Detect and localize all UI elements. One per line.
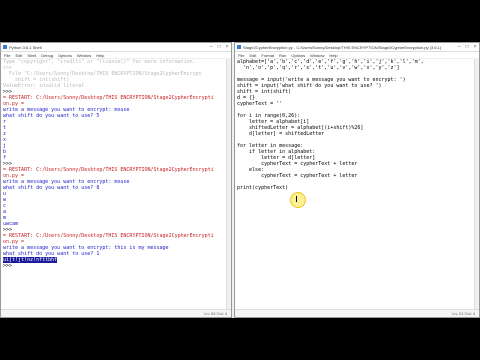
- close-icon[interactable]: ×: [471, 44, 479, 50]
- maximize-icon[interactable]: □: [215, 44, 223, 50]
- close-icon[interactable]: ×: [223, 44, 231, 50]
- shell-menu-help[interactable]: Help: [96, 53, 104, 58]
- editor-titlebar[interactable]: Stage2CypherEncryption.py - C:/Users/Son…: [235, 43, 479, 52]
- shell-menu-options[interactable]: Options: [58, 53, 72, 58]
- shell-status: Ln: 53 Col: 4: [1, 309, 231, 317]
- python-shell-window[interactable]: Python 3.6.1 Shell – □ × File Edit Shell De…: [0, 42, 232, 318]
- minimize-icon[interactable]: –: [455, 44, 463, 50]
- shell-titlebar[interactable]: Python 3.6.1 Shell – □ ×: [1, 43, 231, 52]
- maximize-icon[interactable]: □: [463, 44, 471, 50]
- editor-title: Stage2CypherEncryption.py - C:/Users/Son…: [243, 44, 442, 50]
- shell-menu-shell[interactable]: Shell: [27, 53, 36, 58]
- shell-title: Python 3.6.1 Shell: [9, 44, 42, 50]
- editor-window[interactable]: Stage2CypherEncryption.py - C:/Users/Son…: [234, 42, 480, 318]
- editor-menu-options[interactable]: Options: [291, 53, 305, 58]
- minimize-icon[interactable]: –: [207, 44, 215, 50]
- shell-menu-edit[interactable]: Edit: [15, 53, 22, 58]
- shell-menu-window[interactable]: Window: [77, 53, 91, 58]
- desktop-screen: Python 3.6.1 Shell – □ × File Edit Shell De…: [0, 42, 480, 318]
- editor-menu-file[interactable]: File: [238, 53, 244, 58]
- editor-scrollbar[interactable]: [474, 59, 479, 309]
- shell-line: = RESTART: C:/Users/Sonny/Desktop/THIS E…: [3, 95, 214, 101]
- mouse-cursor-highlight: [290, 192, 306, 208]
- editor-status: Ln: 21 Col: 4: [235, 309, 479, 317]
- shell-scrollbar[interactable]: [226, 59, 231, 309]
- python-icon: [3, 45, 7, 49]
- shell-output[interactable]: Type "copyright", "credits" or "license(…: [3, 59, 229, 309]
- shell-line: = RESTART: C:/Users/Sonny/Desktop/THIS E…: [3, 233, 214, 239]
- shell-menu-debug[interactable]: Debug: [41, 53, 53, 58]
- editor-menu-help[interactable]: Help: [329, 53, 337, 58]
- shell-menu-file[interactable]: File: [4, 53, 10, 58]
- editor-menu-window[interactable]: Window: [310, 53, 324, 58]
- text-cursor-icon: [296, 196, 297, 202]
- python-file-icon: [237, 45, 241, 49]
- editor-menu-edit[interactable]: Edit: [249, 53, 256, 58]
- shell-line: Type "copyright", "credits" or "license(…: [3, 59, 196, 65]
- editor-menubar: File Edit Format Run Options Window Help: [235, 52, 479, 59]
- shell-menubar: File Edit Shell Debug Options Window Help: [1, 52, 231, 59]
- code-line: print(cypherText): [237, 185, 289, 191]
- editor-menu-run[interactable]: Run: [279, 53, 286, 58]
- shell-line: >>>: [3, 263, 16, 269]
- shell-line: = RESTART: C:/Users/Sonny/Desktop/THIS E…: [3, 167, 214, 173]
- editor-menu-format[interactable]: Format: [261, 53, 274, 58]
- code-editor[interactable]: alphabet=['a','b','c','d','e','f','g','h…: [237, 59, 477, 309]
